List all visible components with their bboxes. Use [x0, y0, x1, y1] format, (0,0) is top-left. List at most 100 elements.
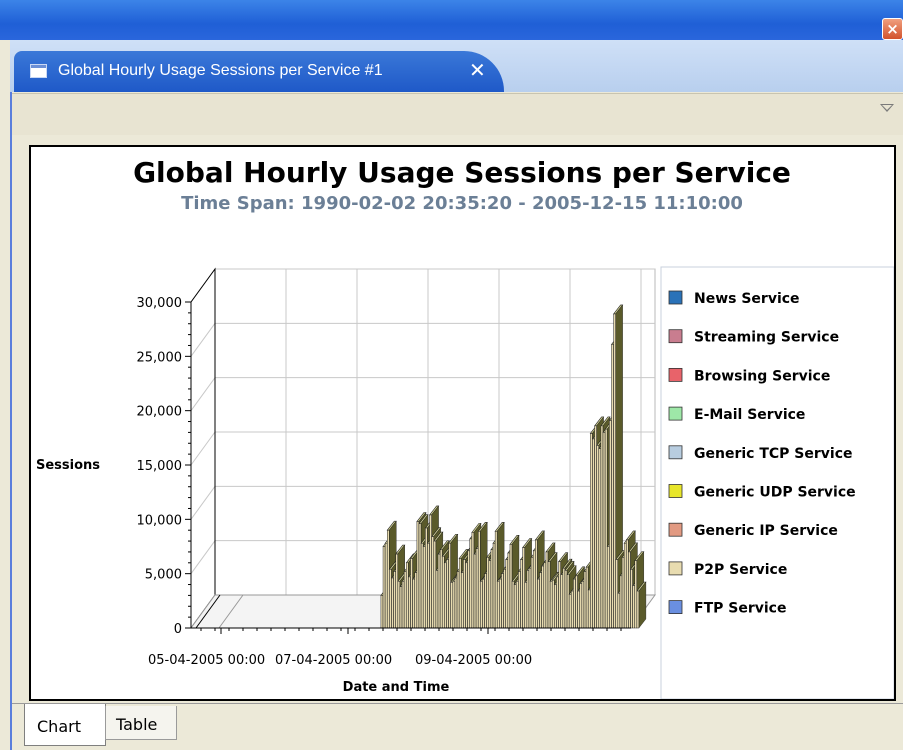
view-menu-triangle-icon[interactable] — [880, 104, 894, 112]
bar-face — [558, 561, 561, 629]
x-axis-title: Date and Time — [343, 680, 450, 695]
bar-face — [623, 542, 627, 629]
bar-face — [598, 448, 602, 629]
bar-face — [583, 571, 587, 629]
bar-face — [513, 584, 517, 629]
bar-face — [497, 581, 500, 629]
bar-face — [380, 595, 384, 629]
bar-face — [560, 574, 563, 629]
legend-label: E-Mail Service — [694, 407, 805, 423]
bar-face — [401, 581, 405, 629]
view-toolbar — [12, 93, 903, 135]
bar-face — [501, 573, 504, 629]
bar-face — [492, 542, 496, 629]
bar-face — [552, 579, 555, 629]
bar-face — [543, 562, 547, 629]
bar-face — [490, 549, 494, 629]
bar-face — [425, 527, 428, 629]
bar-face — [458, 558, 462, 629]
legend-label: Browsing Service — [694, 368, 830, 384]
bar-face — [628, 551, 631, 629]
bar-face — [600, 425, 604, 629]
bar-face — [427, 542, 430, 629]
bar-face — [634, 560, 638, 629]
bar-face — [520, 559, 523, 629]
bar-face — [393, 571, 396, 629]
grid-depth-line — [190, 540, 216, 574]
bar-face — [636, 590, 640, 629]
y-tick-label: 25,000 — [137, 350, 183, 365]
bar-face — [630, 569, 633, 629]
y-tick-label: 30,000 — [137, 296, 183, 311]
bar-face — [524, 582, 528, 629]
bar-face — [619, 575, 623, 629]
legend-label: Generic IP Service — [694, 523, 838, 539]
tab-global-hourly-usage[interactable]: Global Hourly Usage Sessions per Service… — [14, 51, 504, 92]
bar-face — [448, 542, 451, 629]
bar-face — [461, 572, 464, 629]
bar-face — [549, 581, 553, 629]
bar-face — [585, 566, 589, 629]
y-tick-label: 0 — [174, 622, 182, 637]
legend-label: Streaming Service — [694, 330, 839, 346]
bar-face — [433, 540, 437, 629]
bar-face — [463, 559, 466, 629]
bar-face — [522, 547, 525, 629]
bar-face — [446, 559, 449, 629]
y-tick-label: 15,000 — [137, 459, 183, 474]
y-tick-label: 10,000 — [137, 513, 183, 528]
bar-face — [526, 570, 530, 629]
bar-face — [528, 567, 532, 629]
bar-face — [509, 544, 513, 629]
bar-face — [505, 559, 508, 629]
bar-face — [516, 581, 519, 629]
bar-face — [594, 425, 597, 629]
bar-face — [537, 578, 540, 629]
tab-chart[interactable]: Chart — [24, 704, 106, 746]
bar-face — [469, 538, 473, 629]
legend-label: Generic UDP Service — [694, 485, 856, 501]
window-close-icon[interactable]: × — [882, 18, 903, 40]
legend-label: News Service — [694, 291, 800, 307]
bar-face — [575, 575, 578, 629]
bar-face — [484, 573, 487, 629]
legend-swatch — [668, 329, 683, 344]
document-icon — [30, 64, 47, 78]
bar-face — [473, 553, 477, 629]
bar-face — [480, 581, 483, 629]
legend-swatch — [668, 522, 683, 537]
bar-face — [518, 571, 521, 629]
grid-depth-line — [190, 377, 216, 411]
bar-face — [456, 571, 460, 629]
bar-face — [422, 546, 426, 629]
bar-face — [532, 550, 536, 629]
bar-face — [399, 586, 403, 629]
bar-face — [535, 539, 538, 629]
x-tick-label: 05-04-2005 00:00 — [148, 653, 265, 668]
legend-label: FTP Service — [694, 601, 786, 617]
bar-face — [547, 561, 551, 629]
bar-face — [482, 578, 485, 629]
tab-table[interactable]: Table — [105, 706, 177, 740]
legend-swatch — [668, 367, 683, 382]
legend-swatch — [668, 406, 683, 421]
bar-face — [621, 557, 625, 629]
bar-face — [587, 589, 591, 629]
bar-face — [452, 581, 456, 629]
bar-face — [477, 531, 481, 629]
bar-face — [475, 548, 479, 629]
bar-face — [611, 344, 614, 629]
bar-face — [556, 576, 559, 629]
bar-face — [615, 559, 618, 629]
bar-face — [412, 578, 415, 629]
bar-face — [488, 560, 492, 629]
bar-face — [406, 562, 409, 629]
chart-panel: Global Hourly Usage Sessions per Service… — [29, 145, 896, 701]
tab-close-icon[interactable]: ✕ — [469, 58, 486, 82]
grid-depth-line — [190, 486, 216, 520]
grid-depth-line — [190, 431, 216, 466]
bar-face — [503, 569, 506, 629]
bar-face — [391, 577, 394, 629]
y-tick-label: 20,000 — [137, 405, 183, 420]
bar-face — [545, 551, 549, 629]
